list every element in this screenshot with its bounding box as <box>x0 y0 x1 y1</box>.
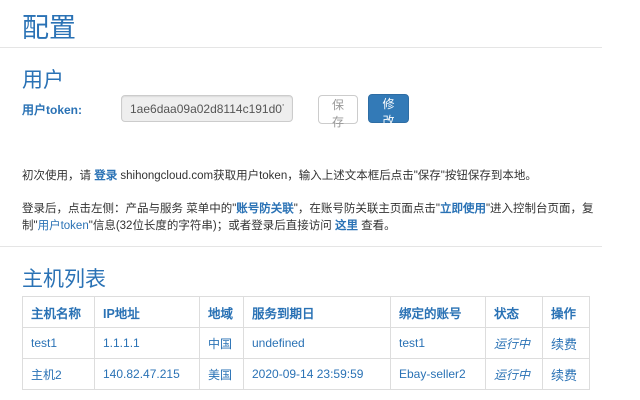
section-divider <box>0 246 602 247</box>
region-cell: 美国 <box>199 358 244 390</box>
save-button[interactable]: 保存 <box>318 95 358 129</box>
column-header: 状态 <box>485 296 543 328</box>
ip-cell: 140.82.47.215 <box>94 358 200 390</box>
use-now-link[interactable]: 立即使用 <box>440 203 486 215</box>
user-section-title: 用户 <box>22 69 64 92</box>
instruction-text: 查看。 <box>357 220 396 232</box>
account-anti-association-link[interactable]: 账号防关联 <box>236 203 294 215</box>
page-title: 配置 <box>22 13 76 43</box>
column-header: 主机名称 <box>22 296 95 328</box>
edit-button[interactable]: 修改 <box>368 94 409 128</box>
instruction-text: "，在账号防关联主页面点击" <box>293 203 440 215</box>
column-header: 地域 <box>199 296 244 328</box>
region-cell: 中国 <box>199 327 244 359</box>
token-label: 用户token: <box>22 103 83 117</box>
login-link[interactable]: 登录 <box>94 170 117 182</box>
column-header: 服务到期日 <box>243 296 391 328</box>
title-divider <box>0 47 602 48</box>
hosts-table: 主机名称 IP地址 地域 服务到期日 绑定的账号 状态 操作 test1 1.1… <box>22 296 590 390</box>
ip-cell: 1.1.1.1 <box>94 327 200 359</box>
instruction-text: "信息(32位长度的字符串)；或者登录后直接访问 <box>88 220 335 232</box>
table-row: test1 1.1.1.1 中国 undefined test1 运行中 续费 <box>22 327 590 359</box>
renew-link[interactable]: 续费 <box>542 358 590 390</box>
column-header: 绑定的账号 <box>390 296 486 328</box>
column-header: 操作 <box>542 296 590 328</box>
account-cell: test1 <box>390 327 486 359</box>
table-row: 主机2 140.82.47.215 美国 2020-09-14 23:59:59… <box>22 358 590 390</box>
host-name-cell: test1 <box>22 327 95 359</box>
renew-link[interactable]: 续费 <box>542 327 590 359</box>
expiry-cell: undefined <box>243 327 391 359</box>
user-token-link[interactable]: 用户token <box>38 220 89 232</box>
instruction-text: 初次使用，请 <box>22 170 95 182</box>
host-name-cell: 主机2 <box>22 358 95 390</box>
instruction-text: 登录后，点击左侧：产品与服务 菜单中的" <box>22 203 237 215</box>
instruction-after-login: 登录后，点击左侧：产品与服务 菜单中的"账号防关联"，在账号防关联主页面点击"立… <box>22 201 600 235</box>
here-link[interactable]: 这里 <box>335 220 358 232</box>
hosts-section-title: 主机列表 <box>22 268 106 291</box>
status-cell: 运行中 <box>485 358 543 390</box>
expiry-cell: 2020-09-14 23:59:59 <box>243 358 391 390</box>
column-header: IP地址 <box>94 296 200 328</box>
table-header-row: 主机名称 IP地址 地域 服务到期日 绑定的账号 状态 操作 <box>22 296 590 328</box>
instruction-first-use: 初次使用，请 登录 shihongcloud.com获取用户token，输入上述… <box>22 168 602 185</box>
status-cell: 运行中 <box>485 327 543 359</box>
account-cell: Ebay-seller2 <box>390 358 486 390</box>
instruction-text: shihongcloud.com获取用户token，输入上述文本框后点击"保存"… <box>117 170 537 182</box>
token-input[interactable] <box>121 95 293 122</box>
